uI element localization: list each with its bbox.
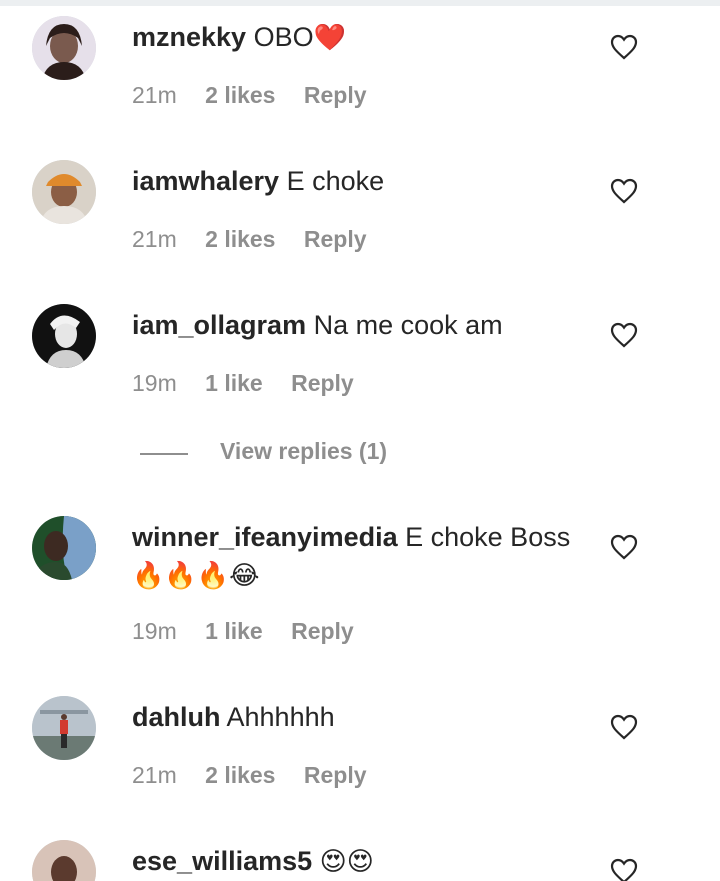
top-divider (0, 0, 720, 6)
heart-outline-icon[interactable] (610, 534, 638, 560)
view-replies-button[interactable]: View replies (1) (140, 436, 440, 470)
comment-text: OBO (253, 22, 314, 52)
avatar[interactable] (32, 516, 96, 580)
comment-username[interactable]: ese_williams5 (132, 846, 312, 876)
reply-button[interactable]: Reply (291, 370, 354, 396)
comment-text: E choke Boss (405, 522, 571, 552)
comment-username[interactable]: iam_ollagram (132, 310, 306, 340)
comment-likes[interactable]: 1 like (205, 618, 263, 644)
comment-time: 21m (132, 226, 177, 252)
comment-username[interactable]: mznekky (132, 22, 246, 52)
comment-username[interactable]: winner_ifeanyimedia (132, 522, 398, 552)
comment-body: ese_williams5 😍😍 (132, 842, 592, 881)
comment-body: dahluh Ahhhhhh (132, 698, 592, 736)
avatar[interactable] (32, 16, 96, 80)
reply-button[interactable]: Reply (304, 226, 367, 252)
view-replies-label[interactable]: View replies (1) (220, 438, 387, 465)
comment-time: 21m (132, 82, 177, 108)
comment-body: iamwhalery E choke (132, 162, 592, 200)
comment-emoji: 🔥🔥🔥😂 (132, 561, 260, 591)
view-replies-divider (140, 453, 188, 455)
comment-body: mznekky OBO❤️ (132, 18, 592, 57)
comment-meta: 21m 2 likes Reply (132, 762, 389, 789)
heart-outline-icon[interactable] (610, 858, 638, 881)
comment-body: winner_ifeanyimedia E choke Boss 🔥🔥🔥😂 (132, 518, 592, 595)
comment-body: iam_ollagram Na me cook am (132, 306, 592, 344)
comment-likes[interactable]: 2 likes (205, 762, 275, 788)
comment-meta: 21m 2 likes Reply (132, 226, 389, 253)
comment-meta: 21m 2 likes Reply (132, 82, 389, 109)
comment-time: 19m (132, 618, 177, 644)
comment-likes[interactable]: 1 like (205, 370, 263, 396)
reply-button[interactable]: Reply (291, 618, 354, 644)
comment-text: E choke (286, 166, 385, 196)
comment-time: 21m (132, 762, 177, 788)
comment-time: 19m (132, 370, 177, 396)
heart-outline-icon[interactable] (610, 714, 638, 740)
comment-text: Na me cook am (313, 310, 503, 340)
comment-meta: 19m 1 like Reply (132, 370, 376, 397)
reply-button[interactable]: Reply (304, 82, 367, 108)
reply-button[interactable]: Reply (304, 762, 367, 788)
comment-item: ese_williams5 😍😍 (0, 840, 720, 881)
avatar[interactable] (32, 160, 96, 224)
comment-emoji: ❤️ (313, 23, 346, 53)
comment-username[interactable]: iamwhalery (132, 166, 279, 196)
comment-meta: 19m 1 like Reply (132, 618, 376, 645)
comment-text: Ahhhhhh (226, 702, 335, 732)
comment-likes[interactable]: 2 likes (205, 226, 275, 252)
heart-outline-icon[interactable] (610, 178, 638, 204)
avatar[interactable] (32, 696, 96, 760)
comment-likes[interactable]: 2 likes (205, 82, 275, 108)
avatar[interactable] (32, 304, 96, 368)
comment-username[interactable]: dahluh (132, 702, 221, 732)
heart-outline-icon[interactable] (610, 34, 638, 60)
avatar[interactable] (32, 840, 96, 881)
heart-outline-icon[interactable] (610, 322, 638, 348)
comment-emoji: 😍😍 (319, 847, 374, 877)
